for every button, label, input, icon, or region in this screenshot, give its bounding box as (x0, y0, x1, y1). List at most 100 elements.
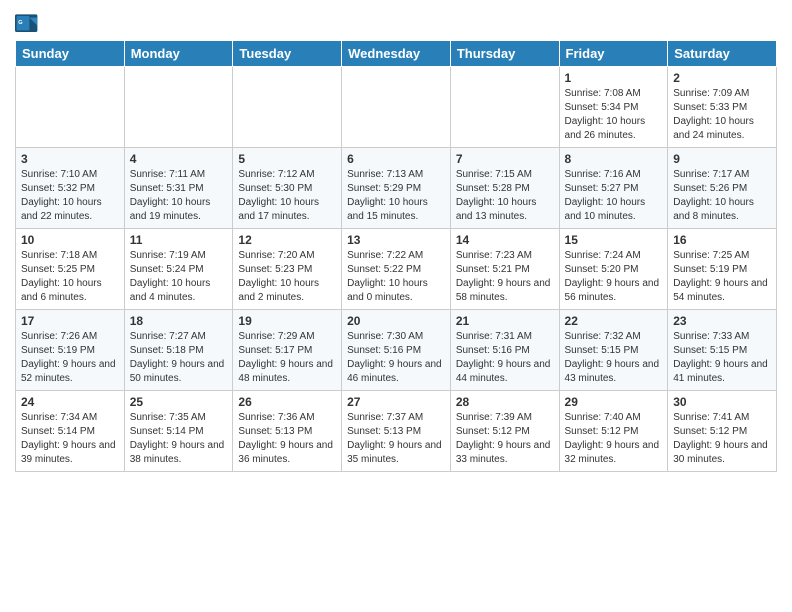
day-detail: Sunrise: 7:11 AM Sunset: 5:31 PM Dayligh… (130, 168, 228, 224)
calendar-header-row: SundayMondayTuesdayWednesdayThursdayFrid… (16, 41, 777, 67)
day-detail: Sunrise: 7:24 AM Sunset: 5:20 PM Dayligh… (565, 249, 663, 305)
calendar-cell: 21 Sunrise: 7:31 AM Sunset: 5:16 PM Dayli… (450, 310, 559, 391)
calendar-cell (450, 67, 559, 148)
day-detail: Sunrise: 7:08 AM Sunset: 5:34 PM Dayligh… (565, 87, 663, 143)
day-number: 10 (21, 233, 119, 247)
day-detail: Sunrise: 7:39 AM Sunset: 5:12 PM Dayligh… (456, 411, 554, 467)
day-number: 21 (456, 314, 554, 328)
day-detail: Sunrise: 7:41 AM Sunset: 5:12 PM Dayligh… (673, 411, 771, 467)
day-detail: Sunrise: 7:23 AM Sunset: 5:21 PM Dayligh… (456, 249, 554, 305)
day-number: 18 (130, 314, 228, 328)
calendar-cell: 24 Sunrise: 7:34 AM Sunset: 5:14 PM Dayli… (16, 391, 125, 472)
calendar-cell: 13 Sunrise: 7:22 AM Sunset: 5:22 PM Dayli… (342, 229, 451, 310)
calendar-cell: 14 Sunrise: 7:23 AM Sunset: 5:21 PM Dayli… (450, 229, 559, 310)
day-detail: Sunrise: 7:12 AM Sunset: 5:30 PM Dayligh… (238, 168, 336, 224)
calendar-cell: 29 Sunrise: 7:40 AM Sunset: 5:12 PM Dayli… (559, 391, 668, 472)
day-number: 29 (565, 395, 663, 409)
calendar-cell: 15 Sunrise: 7:24 AM Sunset: 5:20 PM Dayli… (559, 229, 668, 310)
day-detail: Sunrise: 7:29 AM Sunset: 5:17 PM Dayligh… (238, 330, 336, 386)
header: G (15, 10, 777, 34)
day-number: 16 (673, 233, 771, 247)
day-detail: Sunrise: 7:30 AM Sunset: 5:16 PM Dayligh… (347, 330, 445, 386)
day-number: 20 (347, 314, 445, 328)
calendar-cell: 9 Sunrise: 7:17 AM Sunset: 5:26 PM Daylig… (668, 148, 777, 229)
day-detail: Sunrise: 7:15 AM Sunset: 5:28 PM Dayligh… (456, 168, 554, 224)
calendar-cell: 27 Sunrise: 7:37 AM Sunset: 5:13 PM Dayli… (342, 391, 451, 472)
col-header-monday: Monday (124, 41, 233, 67)
calendar-cell: 23 Sunrise: 7:33 AM Sunset: 5:15 PM Dayli… (668, 310, 777, 391)
calendar-week-row: 17Sunrise: 7:26 AM Sunset: 5:19 PM Dayli… (16, 310, 777, 391)
calendar-cell: 12Sunrise: 7:20 AM Sunset: 5:23 PM Dayli… (233, 229, 342, 310)
calendar-cell (124, 67, 233, 148)
day-detail: Sunrise: 7:34 AM Sunset: 5:14 PM Dayligh… (21, 411, 119, 467)
day-detail: Sunrise: 7:26 AM Sunset: 5:19 PM Dayligh… (21, 330, 119, 386)
day-detail: Sunrise: 7:10 AM Sunset: 5:32 PM Dayligh… (21, 168, 119, 224)
day-detail: Sunrise: 7:36 AM Sunset: 5:13 PM Dayligh… (238, 411, 336, 467)
calendar-week-row: 24 Sunrise: 7:34 AM Sunset: 5:14 PM Dayli… (16, 391, 777, 472)
col-header-saturday: Saturday (668, 41, 777, 67)
day-number: 27 (347, 395, 445, 409)
day-number: 4 (130, 152, 228, 166)
calendar-cell (233, 67, 342, 148)
calendar-cell: 2 Sunrise: 7:09 AM Sunset: 5:33 PM Daylig… (668, 67, 777, 148)
svg-text:G: G (18, 20, 22, 26)
logo-icon: G (15, 14, 39, 34)
col-header-friday: Friday (559, 41, 668, 67)
day-number: 6 (347, 152, 445, 166)
calendar-week-row: 1 Sunrise: 7:08 AM Sunset: 5:34 PM Daylig… (16, 67, 777, 148)
calendar-cell: 19 Sunrise: 7:29 AM Sunset: 5:17 PM Dayli… (233, 310, 342, 391)
day-number: 11 (130, 233, 228, 247)
calendar-cell: 30 Sunrise: 7:41 AM Sunset: 5:12 PM Dayli… (668, 391, 777, 472)
calendar-week-row: 10 Sunrise: 7:18 AM Sunset: 5:25 PM Dayli… (16, 229, 777, 310)
day-detail: Sunrise: 7:40 AM Sunset: 5:12 PM Dayligh… (565, 411, 663, 467)
col-header-tuesday: Tuesday (233, 41, 342, 67)
day-detail: Sunrise: 7:35 AM Sunset: 5:14 PM Dayligh… (130, 411, 228, 467)
calendar-cell: 17Sunrise: 7:26 AM Sunset: 5:19 PM Dayli… (16, 310, 125, 391)
day-number: 15 (565, 233, 663, 247)
calendar-cell: 5Sunrise: 7:12 AM Sunset: 5:30 PM Daylig… (233, 148, 342, 229)
calendar-cell: 7 Sunrise: 7:15 AM Sunset: 5:28 PM Daylig… (450, 148, 559, 229)
day-detail: Sunrise: 7:37 AM Sunset: 5:13 PM Dayligh… (347, 411, 445, 467)
day-number: 26 (238, 395, 336, 409)
day-detail: Sunrise: 7:32 AM Sunset: 5:15 PM Dayligh… (565, 330, 663, 386)
day-number: 22 (565, 314, 663, 328)
day-number: 14 (456, 233, 554, 247)
day-number: 23 (673, 314, 771, 328)
logo: G (15, 14, 43, 34)
day-detail: Sunrise: 7:17 AM Sunset: 5:26 PM Dayligh… (673, 168, 771, 224)
col-header-thursday: Thursday (450, 41, 559, 67)
calendar-cell: 18 Sunrise: 7:27 AM Sunset: 5:18 PM Dayli… (124, 310, 233, 391)
day-number: 24 (21, 395, 119, 409)
calendar-cell: 3 Sunrise: 7:10 AM Sunset: 5:32 PM Daylig… (16, 148, 125, 229)
day-detail: Sunrise: 7:33 AM Sunset: 5:15 PM Dayligh… (673, 330, 771, 386)
calendar-cell: 22 Sunrise: 7:32 AM Sunset: 5:15 PM Dayli… (559, 310, 668, 391)
calendar-cell: 11Sunrise: 7:19 AM Sunset: 5:24 PM Dayli… (124, 229, 233, 310)
day-number: 2 (673, 71, 771, 85)
day-detail: Sunrise: 7:22 AM Sunset: 5:22 PM Dayligh… (347, 249, 445, 305)
day-detail: Sunrise: 7:16 AM Sunset: 5:27 PM Dayligh… (565, 168, 663, 224)
calendar-cell: 10 Sunrise: 7:18 AM Sunset: 5:25 PM Dayli… (16, 229, 125, 310)
calendar-cell: 4 Sunrise: 7:11 AM Sunset: 5:31 PM Daylig… (124, 148, 233, 229)
calendar-table: SundayMondayTuesdayWednesdayThursdayFrid… (15, 40, 777, 472)
day-number: 7 (456, 152, 554, 166)
calendar-week-row: 3 Sunrise: 7:10 AM Sunset: 5:32 PM Daylig… (16, 148, 777, 229)
day-detail: Sunrise: 7:31 AM Sunset: 5:16 PM Dayligh… (456, 330, 554, 386)
day-detail: Sunrise: 7:20 AM Sunset: 5:23 PM Dayligh… (238, 249, 336, 305)
col-header-wednesday: Wednesday (342, 41, 451, 67)
day-number: 3 (21, 152, 119, 166)
calendar-cell: 16Sunrise: 7:25 AM Sunset: 5:19 PM Dayli… (668, 229, 777, 310)
calendar-cell (342, 67, 451, 148)
calendar-cell: 28Sunrise: 7:39 AM Sunset: 5:12 PM Dayli… (450, 391, 559, 472)
page-container: G SundayMondayTuesdayWednesdayThursdayFr… (0, 0, 792, 482)
day-number: 13 (347, 233, 445, 247)
day-number: 30 (673, 395, 771, 409)
day-number: 9 (673, 152, 771, 166)
day-number: 25 (130, 395, 228, 409)
day-number: 19 (238, 314, 336, 328)
calendar-cell: 26 Sunrise: 7:36 AM Sunset: 5:13 PM Dayli… (233, 391, 342, 472)
calendar-cell: 6Sunrise: 7:13 AM Sunset: 5:29 PM Daylig… (342, 148, 451, 229)
day-detail: Sunrise: 7:27 AM Sunset: 5:18 PM Dayligh… (130, 330, 228, 386)
day-number: 1 (565, 71, 663, 85)
day-detail: Sunrise: 7:09 AM Sunset: 5:33 PM Dayligh… (673, 87, 771, 143)
day-detail: Sunrise: 7:18 AM Sunset: 5:25 PM Dayligh… (21, 249, 119, 305)
